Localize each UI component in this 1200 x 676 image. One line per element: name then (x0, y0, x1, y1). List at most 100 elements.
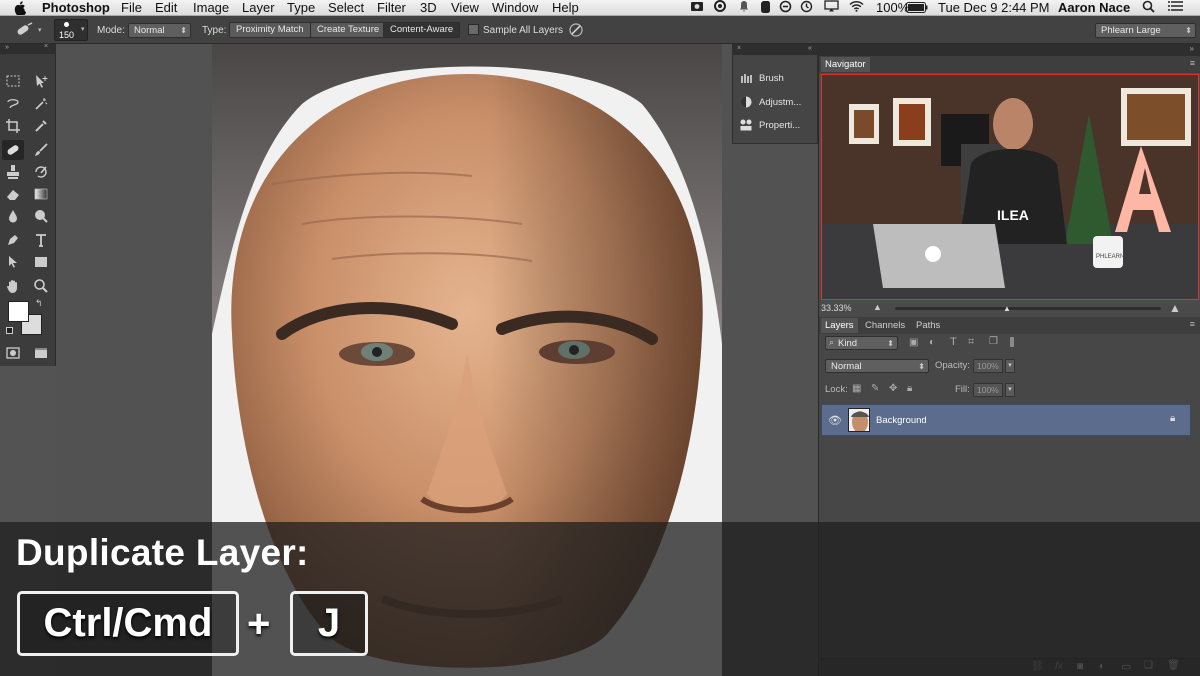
notification-bell-icon[interactable] (738, 0, 750, 16)
panel-menu-icon[interactable]: ≡ (1190, 319, 1195, 329)
history-brush-icon[interactable] (30, 162, 52, 182)
menubar-datetime[interactable]: Tue Dec 9 2:44 PM (938, 0, 1050, 16)
spotlight-search-icon[interactable] (1142, 0, 1155, 17)
create-texture-button[interactable]: Create Texture (310, 22, 387, 38)
tab-paths[interactable]: Paths (912, 318, 944, 333)
time-machine-icon[interactable] (800, 0, 813, 17)
right-dock-header[interactable]: » (818, 44, 1200, 56)
layer-row-background[interactable]: 👁︎ Background 🔒︎ (821, 404, 1191, 436)
lasso-tool-icon[interactable] (2, 94, 24, 114)
menu-type[interactable]: Type (287, 0, 315, 16)
creative-cloud-icon[interactable] (713, 0, 727, 16)
close-icon[interactable]: × (737, 45, 741, 52)
tools-panel-header[interactable]: » × (0, 43, 56, 54)
navigator-zoom-slider[interactable] (895, 307, 1161, 310)
swap-colors-icon[interactable]: ↰ (35, 298, 43, 309)
pen-tool-icon[interactable] (2, 230, 24, 250)
collapse-chevrons-icon[interactable]: » (5, 44, 9, 51)
tab-navigator[interactable]: Navigator (821, 57, 870, 72)
menu-image[interactable]: Image (193, 0, 229, 16)
eyedropper-icon[interactable] (30, 116, 52, 136)
fill-input[interactable]: 100% (973, 383, 1003, 397)
filter-type-icon[interactable]: T (950, 336, 957, 348)
properties-panel-button[interactable]: Properti... (739, 118, 800, 132)
close-icon[interactable]: × (44, 43, 48, 50)
menu-window[interactable]: Window (492, 0, 538, 16)
menu-app-name[interactable]: Photoshop (42, 0, 110, 16)
layer-kind-filter[interactable]: Kind (825, 336, 898, 350)
filter-pixel-icon[interactable]: ▣ (909, 337, 918, 348)
expand-chevrons-icon[interactable]: « (808, 45, 812, 52)
tab-layers[interactable]: Layers (821, 318, 858, 333)
menu-file[interactable]: File (121, 0, 142, 16)
lock-transparent-icon[interactable]: ▦ (852, 383, 861, 394)
tab-channels[interactable]: Channels (861, 318, 909, 333)
quick-mask-icon[interactable] (2, 343, 24, 363)
filter-shape-icon[interactable]: ⌗ (968, 336, 974, 349)
opacity-input[interactable]: 100% (973, 359, 1003, 373)
visibility-eye-icon[interactable]: 👁︎ (828, 414, 842, 427)
path-selection-icon[interactable] (2, 252, 24, 272)
hand-tool-icon[interactable] (2, 276, 24, 296)
collapse-chevrons-icon[interactable]: » (1190, 44, 1194, 53)
menu-edit[interactable]: Edit (155, 0, 177, 16)
default-colors-icon[interactable] (6, 327, 13, 334)
menu-view[interactable]: View (451, 0, 479, 16)
zoom-in-mountain-icon[interactable]: ▲ (1169, 301, 1181, 315)
notification-center-icon[interactable] (1168, 0, 1184, 16)
menu-filter[interactable]: Filter (377, 0, 406, 16)
navigator-view-box[interactable] (821, 74, 1199, 300)
menu-3d[interactable]: 3D (420, 0, 437, 16)
magic-wand-icon[interactable] (30, 94, 52, 114)
navigator-thumbnail[interactable]: ILEA PHLEARN (821, 74, 1199, 300)
menu-help[interactable]: Help (552, 0, 579, 16)
marquee-tool-icon[interactable] (2, 71, 24, 91)
clone-stamp-icon[interactable] (2, 162, 24, 182)
wifi-icon[interactable] (849, 0, 864, 16)
menubar-user[interactable]: Aaron Nace (1058, 0, 1130, 16)
mode-select[interactable]: Normal (128, 23, 191, 38)
screen-mode-icon[interactable] (30, 343, 52, 363)
move-tool-icon[interactable] (30, 71, 52, 91)
filter-smart-object-icon[interactable]: ❒ (989, 336, 998, 347)
adjustments-panel-button[interactable]: Adjustm... (739, 95, 801, 109)
facetime-icon[interactable] (690, 0, 704, 16)
gradient-tool-icon[interactable] (30, 184, 52, 204)
zoom-out-mountain-icon[interactable]: ▲ (873, 302, 882, 312)
healing-brush-icon[interactable] (2, 140, 24, 160)
filter-adjustment-icon[interactable]: ◐ (929, 337, 935, 348)
type-tool-icon[interactable] (30, 230, 52, 250)
blur-tool-icon[interactable] (2, 206, 24, 226)
menu-select[interactable]: Select (328, 0, 364, 16)
layer-name[interactable]: Background (876, 415, 927, 426)
dock-header[interactable]: × « (733, 45, 819, 55)
brush-tool-icon[interactable] (30, 140, 52, 160)
lock-all-icon[interactable]: 🔒︎ (907, 383, 912, 394)
brush-panel-button[interactable]: Brush (739, 71, 784, 85)
sync-icon[interactable] (779, 0, 792, 17)
panel-menu-icon[interactable]: ≡ (1190, 58, 1195, 68)
content-aware-button[interactable]: Content-Aware (383, 22, 461, 38)
proximity-match-button[interactable]: Proximity Match (229, 22, 311, 38)
battery-icon[interactable] (906, 0, 928, 17)
opacity-dropdown-icon[interactable]: ▾ (1005, 359, 1015, 373)
blend-mode-select[interactable]: Normal (825, 359, 929, 373)
crop-tool-icon[interactable] (2, 116, 24, 136)
pressure-size-icon[interactable] (568, 22, 584, 41)
menu-layer[interactable]: Layer (242, 0, 275, 16)
navigator-zoom-value[interactable]: 33.33% (821, 303, 852, 313)
foreground-color-swatch[interactable] (8, 301, 29, 322)
evernote-icon[interactable] (759, 0, 771, 17)
eraser-icon[interactable] (2, 184, 24, 204)
workspace-select[interactable]: Phlearn Large (1095, 23, 1196, 38)
zoom-tool-icon[interactable] (30, 276, 52, 296)
zoom-slider-thumb[interactable]: ▲ (1003, 304, 1011, 313)
spot-healing-brush-icon[interactable] (14, 22, 34, 41)
tool-preset-chevron-icon[interactable]: ▾ (38, 26, 42, 34)
lock-image-icon[interactable]: ✎ (871, 383, 879, 394)
dodge-tool-icon[interactable] (30, 206, 52, 226)
fill-dropdown-icon[interactable]: ▾ (1005, 383, 1015, 397)
airplay-icon[interactable] (824, 0, 839, 16)
filter-toggle-icon[interactable] (1010, 337, 1014, 347)
brush-size-picker[interactable]: 150 ▾ (54, 19, 88, 41)
